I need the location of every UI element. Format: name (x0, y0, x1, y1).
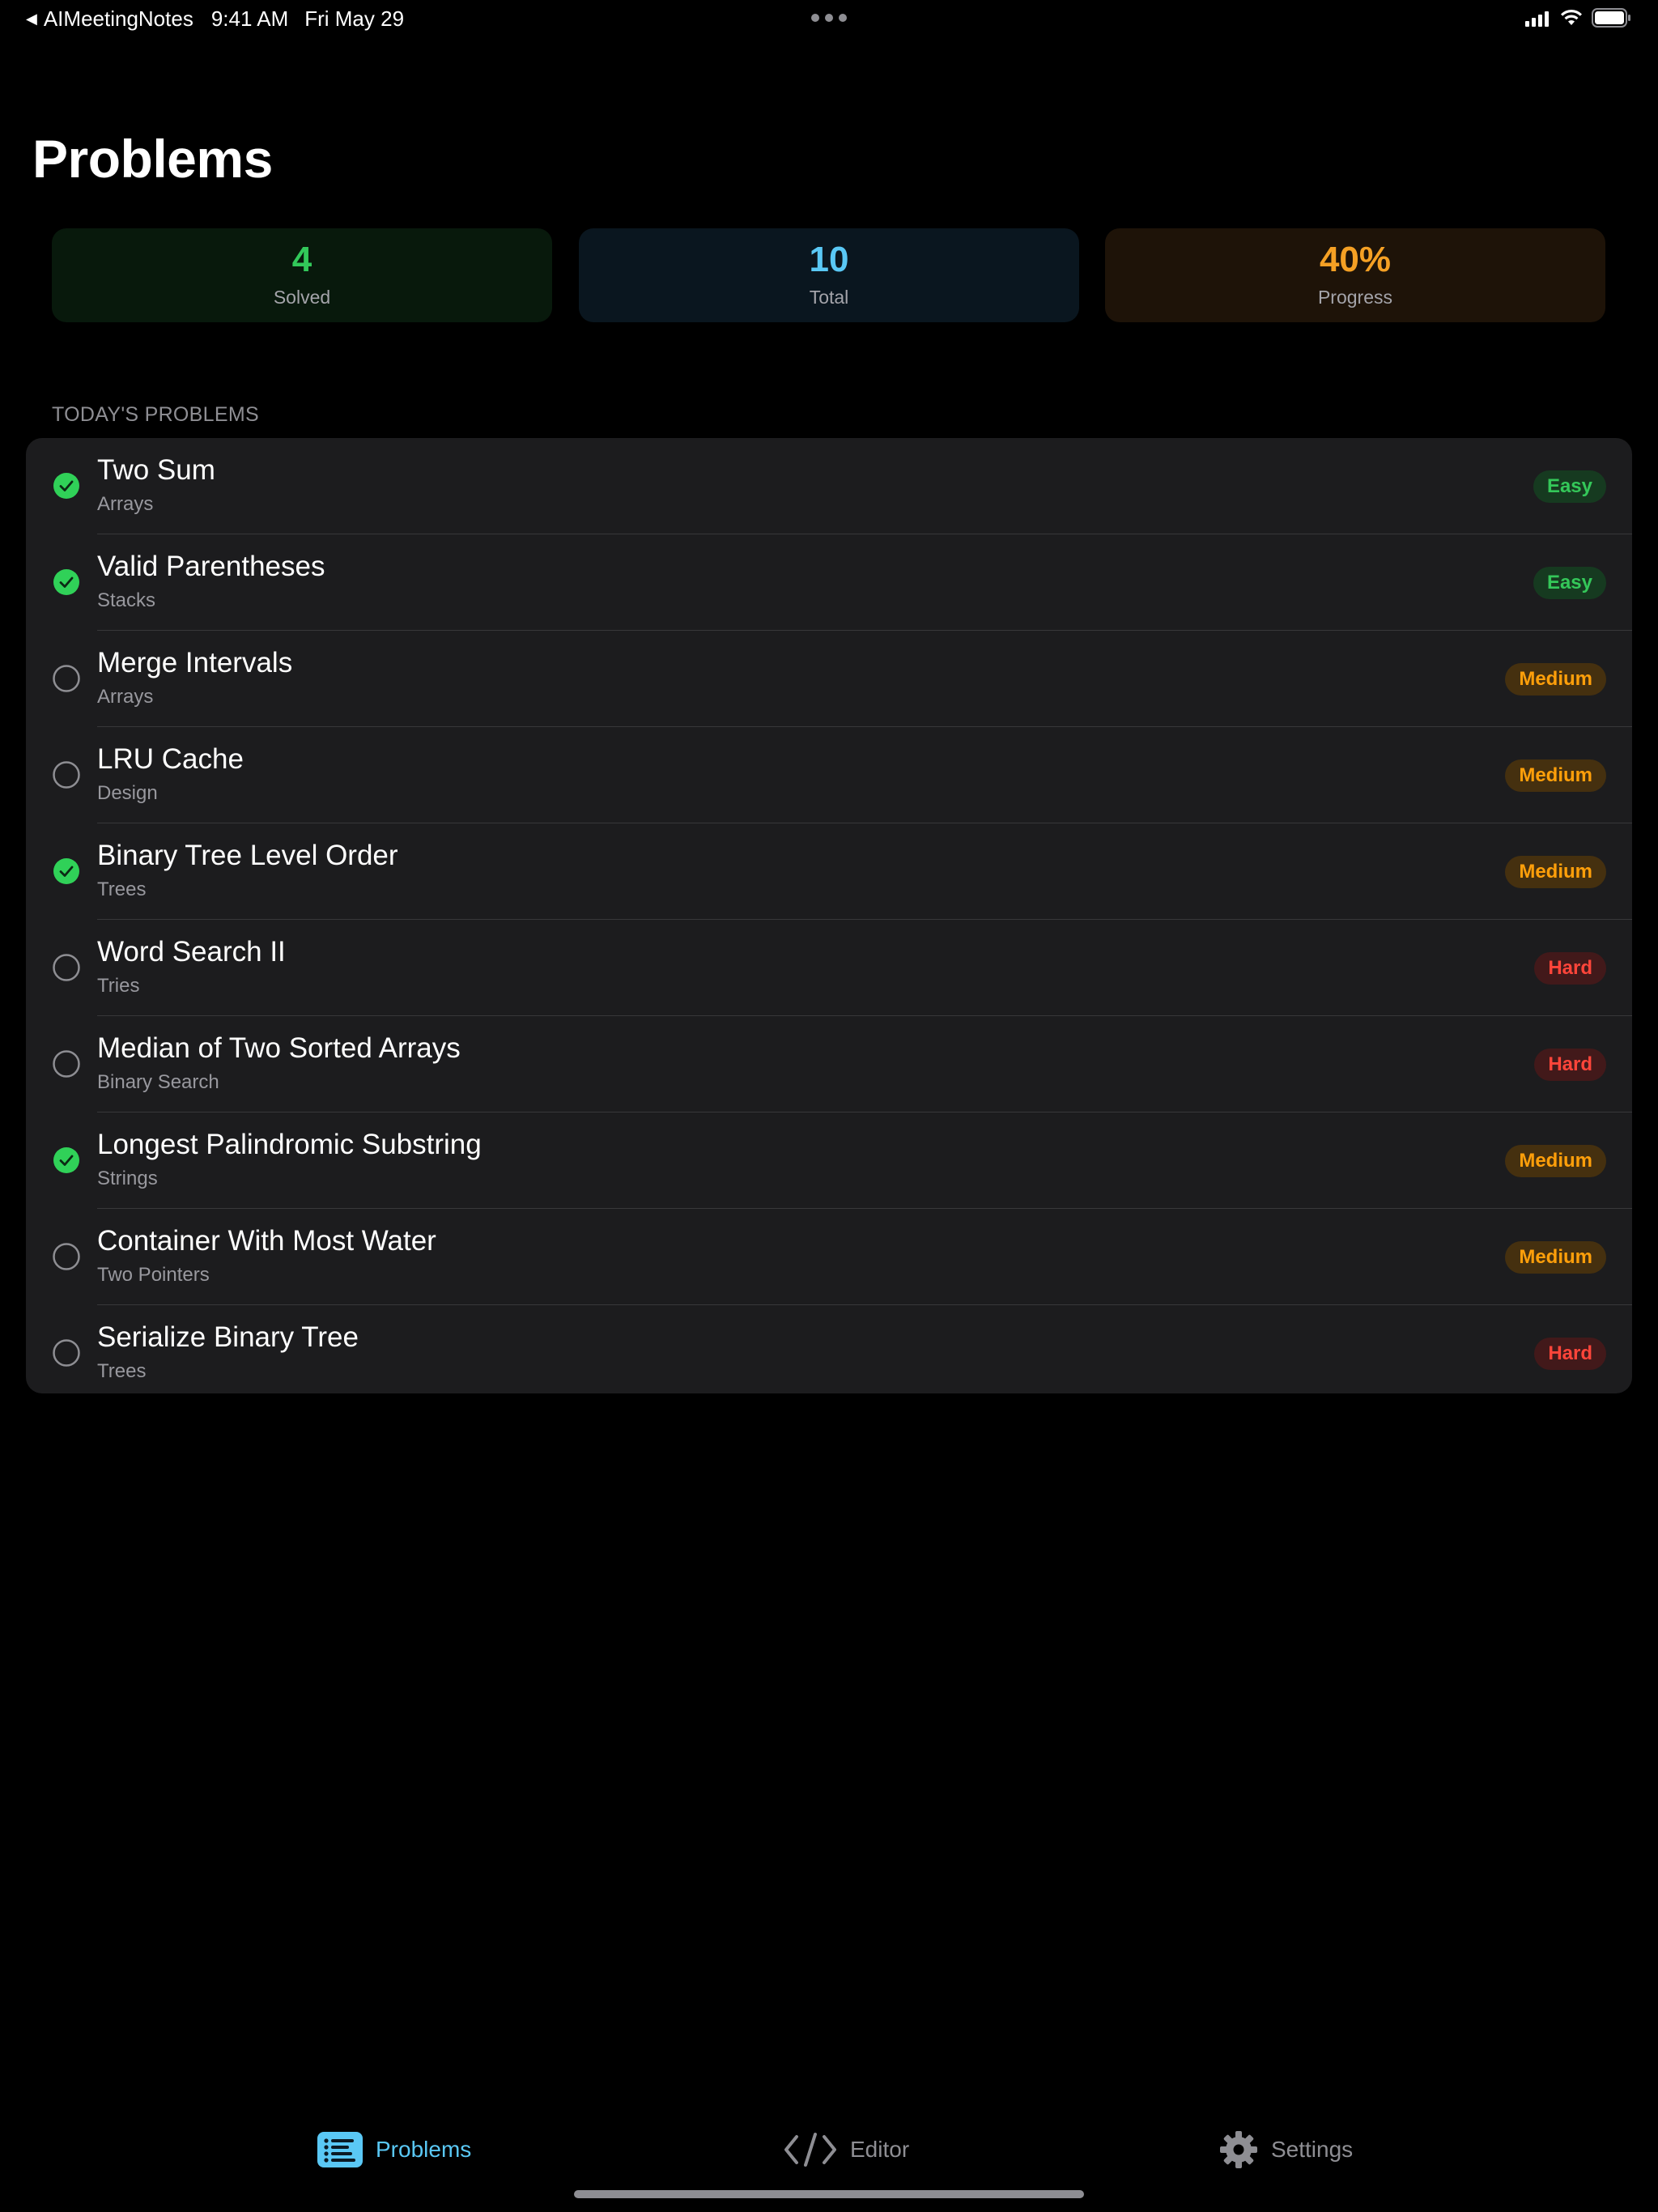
problem-list: Two Sum Arrays Easy Valid Parentheses Stacks… (26, 438, 1632, 1393)
back-app-link[interactable]: AIMeetingNotes (44, 6, 193, 32)
problem-category: Binary Search (97, 1071, 219, 1093)
empty-circle-icon[interactable] (53, 954, 80, 981)
stat-solved-value: 4 (291, 240, 312, 279)
problem-category: Stacks (97, 589, 156, 611)
back-arrow-icon[interactable]: ◀ (26, 11, 37, 28)
checkmark-circle-icon[interactable] (53, 1146, 80, 1174)
cellular-signal-icon (1525, 9, 1551, 27)
stat-solved-label: Solved (273, 287, 331, 308)
stat-card-progress: 40% Progress (1105, 228, 1605, 322)
difficulty-badge: Medium (1505, 856, 1606, 888)
difficulty-badge: Easy (1533, 470, 1606, 503)
tab-editor-label: Editor (850, 2137, 910, 2162)
problem-category: Design (97, 782, 158, 804)
checkmark-circle-icon[interactable] (53, 857, 80, 885)
tab-editor[interactable]: Editor (784, 2113, 909, 2186)
table-row[interactable]: Valid Parentheses Stacks Easy (53, 534, 1632, 631)
table-row[interactable]: Two Sum Arrays Easy (53, 438, 1632, 534)
tab-problems-label: Problems (376, 2137, 472, 2162)
empty-circle-icon[interactable] (53, 665, 80, 692)
difficulty-badge: Hard (1534, 952, 1606, 985)
table-row[interactable]: LRU Cache Design Medium (53, 727, 1632, 823)
table-row[interactable]: Binary Tree Level Order Trees Medium (53, 823, 1632, 920)
table-row[interactable]: Serialize Binary Tree Trees Hard (53, 1305, 1632, 1393)
problem-category: Two Pointers (97, 1264, 210, 1286)
problem-title: Container With Most Water (97, 1225, 436, 1257)
stat-card-total: 10 Total (579, 228, 1079, 322)
problem-category: Tries (97, 975, 140, 997)
table-row[interactable]: Word Search II Tries Hard (53, 920, 1632, 1016)
status-right (1525, 8, 1632, 28)
problem-title: LRU Cache (97, 743, 244, 775)
stat-total-label: Total (809, 287, 849, 308)
table-row[interactable]: Median of Two Sorted Arrays Binary Search… (53, 1016, 1632, 1112)
stat-card-solved: 4 Solved (52, 228, 552, 322)
difficulty-badge: Medium (1505, 663, 1606, 696)
gear-icon (1220, 2131, 1257, 2168)
status-bar: ◀ AIMeetingNotes 9:41 AM Fri May 29 (0, 0, 1658, 39)
difficulty-badge: Hard (1534, 1049, 1606, 1081)
empty-circle-icon[interactable] (53, 761, 80, 789)
checkmark-circle-icon[interactable] (53, 472, 80, 500)
problem-title: Valid Parentheses (97, 551, 325, 582)
stat-progress-value: 40% (1319, 240, 1392, 279)
section-header: TODAY'S PROBLEMS (52, 403, 259, 426)
difficulty-badge: Medium (1505, 759, 1606, 792)
problem-category: Trees (97, 1360, 147, 1382)
table-row[interactable]: Merge Intervals Arrays Medium (53, 631, 1632, 727)
table-row[interactable]: Longest Palindromic Substring Strings Medi… (53, 1112, 1632, 1209)
difficulty-badge: Easy (1533, 567, 1606, 599)
problem-title: Word Search II (97, 936, 286, 968)
problem-title: Serialize Binary Tree (97, 1321, 359, 1353)
difficulty-badge: Hard (1534, 1338, 1606, 1370)
status-time: 9:41 AM (210, 6, 289, 31)
list-icon (317, 2132, 363, 2167)
status-date: Fri May 29 (304, 6, 405, 31)
problem-category: Strings (97, 1168, 158, 1189)
table-row[interactable]: Container With Most Water Two Pointers Med… (53, 1209, 1632, 1305)
problem-category: Arrays (97, 493, 154, 515)
difficulty-badge: Medium (1505, 1241, 1606, 1274)
difficulty-badge: Medium (1505, 1145, 1606, 1177)
code-icon (784, 2133, 836, 2167)
empty-circle-icon[interactable] (53, 1243, 80, 1270)
problem-title: Merge Intervals (97, 647, 293, 678)
problem-title: Two Sum (97, 454, 215, 486)
multitasking-dots-icon[interactable] (811, 14, 852, 22)
home-indicator (574, 2190, 1084, 2198)
page-title: Problems (32, 129, 273, 189)
problem-title: Median of Two Sorted Arrays (97, 1032, 461, 1064)
stats-row: 4 Solved 10 Total 40% Progress (52, 228, 1606, 322)
empty-circle-icon[interactable] (53, 1050, 80, 1078)
checkmark-circle-icon[interactable] (53, 568, 80, 596)
tab-bar: Problems Editor Settings (0, 2113, 1658, 2186)
problem-category: Trees (97, 878, 147, 900)
problem-category: Arrays (97, 686, 154, 708)
tab-settings-label: Settings (1271, 2137, 1354, 2162)
status-left: ◀ AIMeetingNotes 9:41 AM Fri May 29 (26, 6, 404, 32)
tab-settings[interactable]: Settings (1219, 2113, 1353, 2186)
stat-progress-label: Progress (1317, 287, 1393, 308)
tab-problems[interactable]: Problems (317, 2113, 471, 2186)
wifi-icon (1561, 9, 1582, 25)
battery-icon (1592, 8, 1630, 28)
problem-title: Longest Palindromic Substring (97, 1129, 482, 1160)
stat-total-value: 10 (809, 240, 849, 279)
empty-circle-icon[interactable] (53, 1339, 80, 1367)
problem-title: Binary Tree Level Order (97, 840, 398, 871)
